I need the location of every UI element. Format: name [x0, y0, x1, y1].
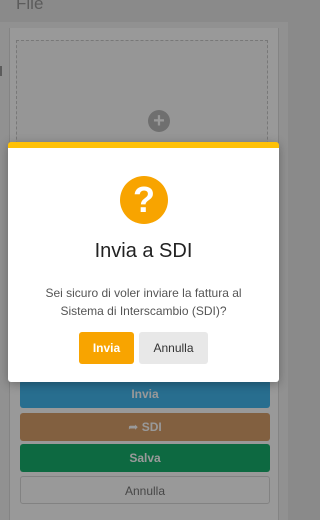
- confirm-dialog: ? Invia a SDI Sei sicuro di voler inviar…: [8, 142, 279, 382]
- question-icon: ?: [120, 176, 168, 224]
- confirm-button[interactable]: Invia: [79, 332, 134, 364]
- cancel-button[interactable]: Annulla: [139, 332, 208, 364]
- page: File + Invia ➦ SDI Salva Annulla ? Invia…: [0, 0, 288, 520]
- dialog-title: Invia a SDI: [94, 240, 193, 262]
- dialog-message: Sei sicuro di voler inviare la fattura a…: [45, 286, 242, 318]
